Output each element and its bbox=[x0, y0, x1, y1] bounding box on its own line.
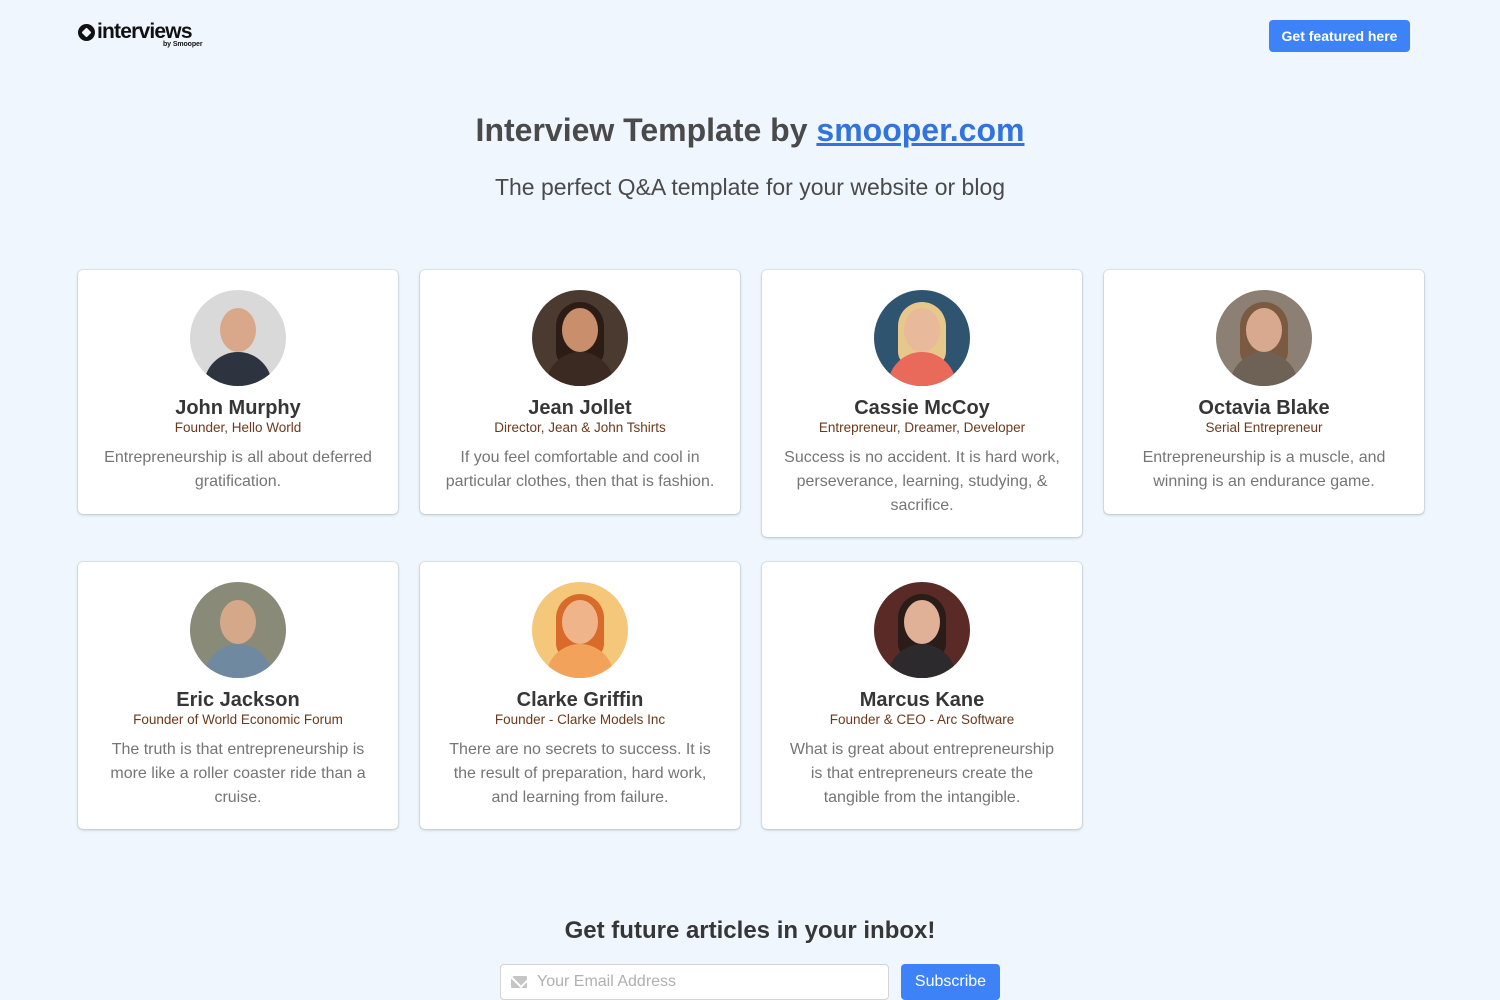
interviewee-role: Director, Jean & John Tshirts bbox=[494, 420, 666, 435]
subscribe-button[interactable]: Subscribe bbox=[901, 964, 1000, 1000]
interview-quote: Entrepreneurship is a muscle, and winnin… bbox=[1142, 449, 1386, 490]
page-title-prefix: Interview Template by bbox=[475, 112, 817, 148]
interview-card[interactable]: Jean Jollet Director, Jean & John Tshirts… bbox=[420, 270, 740, 514]
interview-quote: Success is no accident. It is hard work,… bbox=[784, 449, 1060, 514]
avatar[interactable] bbox=[1216, 290, 1312, 386]
smooper-link[interactable]: smooper.com bbox=[816, 112, 1024, 148]
interviewee-role: Entrepreneur, Dreamer, Developer bbox=[818, 420, 1026, 435]
interviewee-name[interactable]: Marcus Kane bbox=[762, 687, 1082, 713]
interview-card[interactable]: John Murphy Founder, Hello World Entrepren… bbox=[78, 270, 398, 514]
email-field-wrapper bbox=[500, 964, 889, 1000]
interview-card[interactable]: Eric Jackson Founder of World Economic Fo… bbox=[78, 562, 398, 829]
interview-card[interactable]: Clarke Griffin Founder - Clarke Models In… bbox=[420, 562, 740, 829]
logo-text: interviews bbox=[97, 20, 193, 43]
interviewee-name[interactable]: Octavia Blake bbox=[1104, 395, 1424, 421]
avatar[interactable] bbox=[874, 290, 970, 386]
site-logo[interactable]: interviews by Smooper bbox=[78, 20, 208, 50]
interviewee-role: Founder of World Economic Forum bbox=[133, 712, 343, 727]
interviewee-role: Serial Entrepreneur bbox=[1205, 420, 1323, 435]
interview-quote: What is great about entrepreneurship is … bbox=[789, 741, 1055, 806]
interview-quote: There are no secrets to success. It is t… bbox=[449, 741, 711, 806]
envelope-icon bbox=[511, 976, 527, 988]
interviewee-role: Founder & CEO - Arc Software bbox=[829, 712, 1015, 727]
interview-card[interactable]: Cassie McCoy Entrepreneur, Dreamer, Devel… bbox=[762, 270, 1082, 537]
interview-quote: Entrepreneurship is all about deferred g… bbox=[104, 449, 372, 490]
logo-subtext: by Smooper bbox=[163, 41, 203, 48]
interviewee-name[interactable]: Jean Jollet bbox=[420, 395, 740, 421]
top-navbar: interviews by Smooper Get featured here bbox=[0, 0, 1500, 70]
newsletter-title: Get future articles in your inbox! bbox=[564, 917, 936, 944]
interviewee-role: Founder - Clarke Models Inc bbox=[494, 712, 666, 727]
interview-quote: If you feel comfortable and cool in part… bbox=[445, 449, 715, 490]
avatar[interactable] bbox=[532, 582, 628, 678]
avatar[interactable] bbox=[532, 290, 628, 386]
interviewee-role: Founder, Hello World bbox=[174, 420, 302, 435]
interviewee-name[interactable]: Eric Jackson bbox=[78, 687, 398, 713]
page-title: Interview Template by smooper.com bbox=[0, 108, 1500, 152]
avatar[interactable] bbox=[874, 582, 970, 678]
interview-card[interactable]: Octavia Blake Serial Entrepreneur Entrepre… bbox=[1104, 270, 1424, 514]
logo-star-icon bbox=[78, 24, 95, 41]
page-subtitle: The perfect Q&A template for your websit… bbox=[494, 174, 1006, 200]
email-input[interactable] bbox=[537, 965, 882, 999]
avatar[interactable] bbox=[190, 290, 286, 386]
interview-quote: The truth is that entrepreneurship is mo… bbox=[110, 741, 366, 806]
interview-card[interactable]: Marcus Kane Founder & CEO - Arc Software W… bbox=[762, 562, 1082, 829]
interviewee-name[interactable]: Clarke Griffin bbox=[420, 687, 740, 713]
interviewee-name[interactable]: Cassie McCoy bbox=[762, 395, 1082, 421]
avatar[interactable] bbox=[190, 582, 286, 678]
get-featured-button[interactable]: Get featured here bbox=[1269, 20, 1410, 52]
interviewee-name[interactable]: John Murphy bbox=[78, 395, 398, 421]
